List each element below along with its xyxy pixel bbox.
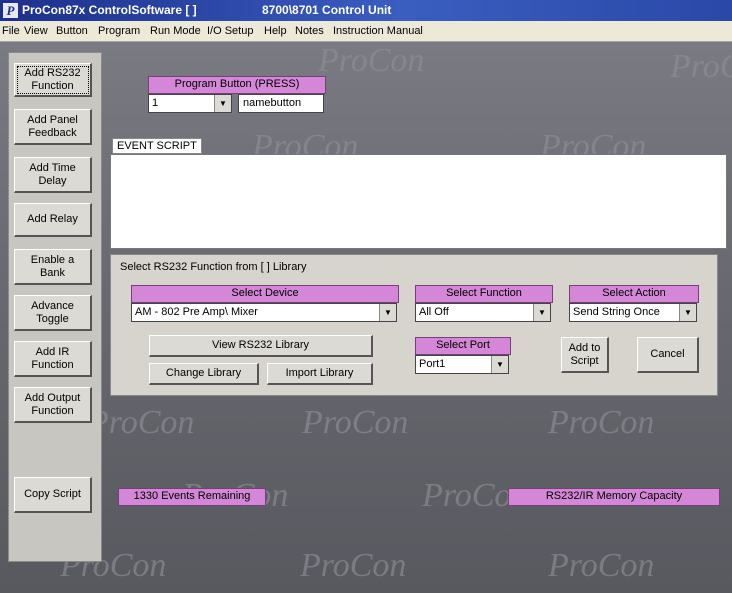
program-button-select[interactable]: 1 ▼ xyxy=(148,94,232,113)
menu-help[interactable]: Help xyxy=(264,25,287,37)
button-name-field[interactable]: namebutton xyxy=(238,94,324,113)
watermark: ProCon xyxy=(670,48,732,85)
menu-io-setup[interactable]: I/O Setup xyxy=(207,25,253,37)
menu-notes[interactable]: Notes xyxy=(295,25,324,37)
watermark: ProCon xyxy=(302,404,409,441)
enable-bank-button[interactable]: Enable a Bank xyxy=(14,249,92,285)
rs232-panel-title: Select RS232 Function from [ ] Library xyxy=(120,261,307,273)
menu-view[interactable]: View xyxy=(24,25,48,37)
add-rs232-function-button[interactable]: Add RS232 Function xyxy=(14,63,92,97)
main-area: ProCon ProCon ProCon ProCon ProCon ProCo… xyxy=(0,42,732,593)
advance-toggle-button[interactable]: Advance Toggle xyxy=(14,295,92,331)
chevron-down-icon[interactable]: ▼ xyxy=(379,304,396,321)
port-value: Port1 xyxy=(419,358,446,370)
window-subtitle: 8700\8701 Control Unit xyxy=(262,3,392,17)
watermark: ProCon xyxy=(318,42,425,79)
add-to-script-button[interactable]: Add to Script xyxy=(561,337,609,373)
select-device-label: Select Device xyxy=(131,285,399,303)
watermark: ProCon xyxy=(548,547,655,584)
app-logo-icon: P xyxy=(3,3,18,18)
menu-file[interactable]: File xyxy=(2,25,20,37)
rs232-function-panel: Select RS232 Function from [ ] Library S… xyxy=(110,254,718,396)
event-script-label: EVENT SCRIPT xyxy=(112,138,202,154)
port-select[interactable]: Port1 ▼ xyxy=(415,355,509,374)
chevron-down-icon[interactable]: ▼ xyxy=(679,304,696,321)
sidebar: Add RS232 Function Add Panel Feedback Ad… xyxy=(8,52,102,562)
menu-instruction-manual[interactable]: Instruction Manual xyxy=(333,25,423,37)
change-library-button[interactable]: Change Library xyxy=(149,363,259,385)
window-title: ProCon87x ControlSoftware [ ] xyxy=(22,3,197,17)
menu-bar: File View Button Program Run Mode I/O Se… xyxy=(0,21,732,42)
add-output-function-button[interactable]: Add Output Function xyxy=(14,387,92,423)
title-bar: P ProCon87x ControlSoftware [ ] 8700\870… xyxy=(0,0,732,21)
events-remaining-label: 1330 Events Remaining xyxy=(118,488,266,506)
device-value: AM - 802 Pre Amp\ Mixer xyxy=(135,306,258,318)
menu-program[interactable]: Program xyxy=(98,25,140,37)
select-port-label: Select Port xyxy=(415,337,511,355)
select-action-label: Select Action xyxy=(569,285,699,303)
chevron-down-icon[interactable]: ▼ xyxy=(491,356,508,373)
add-ir-function-button[interactable]: Add IR Function xyxy=(14,341,92,377)
program-button-value: 1 xyxy=(152,97,159,109)
chevron-down-icon[interactable]: ▼ xyxy=(214,95,231,112)
menu-run-mode[interactable]: Run Mode xyxy=(150,25,201,37)
add-relay-button[interactable]: Add Relay xyxy=(14,203,92,237)
add-panel-feedback-button[interactable]: Add Panel Feedback xyxy=(14,109,92,145)
watermark: ProCon xyxy=(300,547,407,584)
view-rs232-library-button[interactable]: View RS232 Library xyxy=(149,335,373,357)
function-select[interactable]: All Off ▼ xyxy=(415,303,551,322)
function-value: All Off xyxy=(419,306,449,318)
memory-capacity-label: RS232/IR Memory Capacity xyxy=(508,488,720,506)
import-library-button[interactable]: Import Library xyxy=(267,363,373,385)
copy-script-button[interactable]: Copy Script xyxy=(14,477,92,513)
action-value: Send String Once xyxy=(573,306,660,318)
select-function-label: Select Function xyxy=(415,285,553,303)
program-button-label: Program Button (PRESS) xyxy=(148,76,326,94)
event-script-editor[interactable] xyxy=(110,154,727,249)
device-select[interactable]: AM - 802 Pre Amp\ Mixer ▼ xyxy=(131,303,397,322)
chevron-down-icon[interactable]: ▼ xyxy=(533,304,550,321)
menu-button[interactable]: Button xyxy=(56,25,88,37)
watermark: ProCon xyxy=(88,404,195,441)
add-time-delay-button[interactable]: Add Time Delay xyxy=(14,157,92,193)
watermark: ProCon xyxy=(548,404,655,441)
cancel-button[interactable]: Cancel xyxy=(637,337,699,373)
action-select[interactable]: Send String Once ▼ xyxy=(569,303,697,322)
